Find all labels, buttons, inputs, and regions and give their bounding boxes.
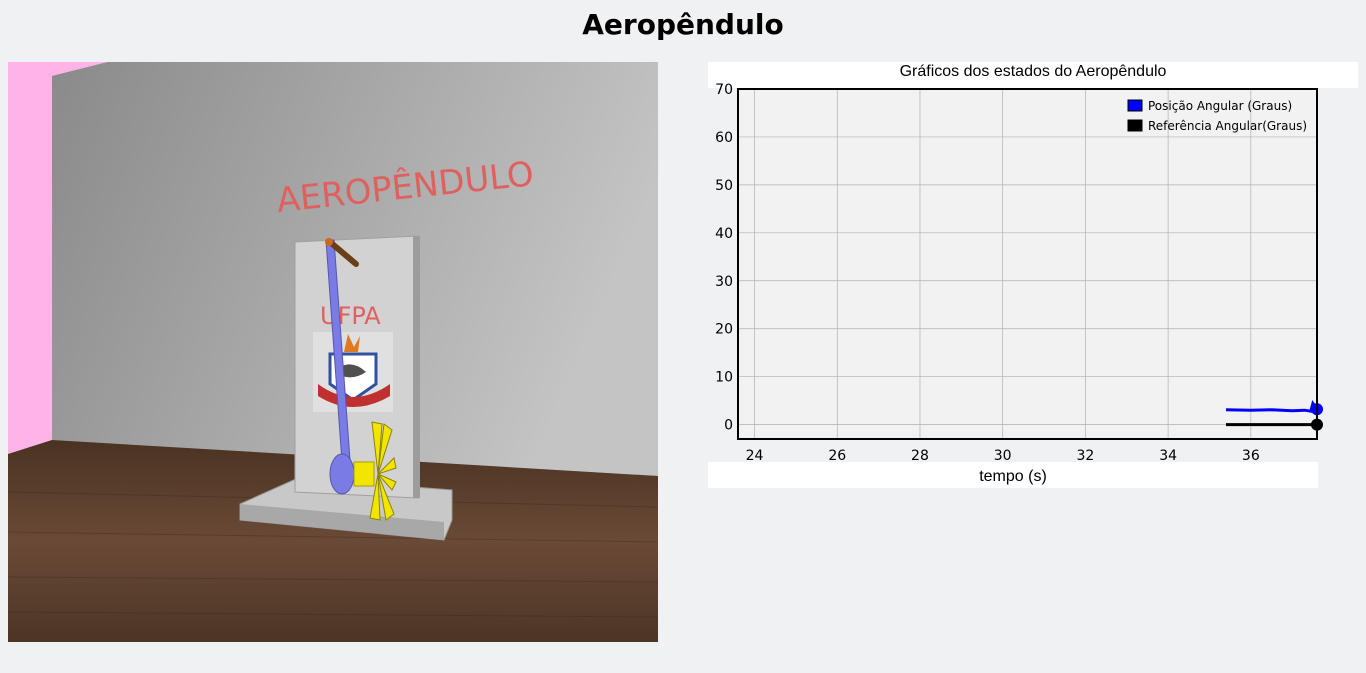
y-tick-label: 70: [715, 82, 733, 98]
page-title: Aeropêndulo: [582, 8, 784, 41]
y-tick-label: 10: [715, 370, 733, 386]
aeropendulo-3d-render: AEROPÊNDULO UFPA: [8, 62, 658, 642]
3d-scene-viewport[interactable]: AEROPÊNDULO UFPA: [8, 62, 658, 642]
motor-block: [353, 461, 375, 487]
y-tick-label: 30: [715, 274, 733, 290]
y-tick-label: 0: [724, 418, 733, 434]
ufpa-emblem: [313, 332, 393, 412]
legend-label-1: Referência Angular(Graus): [1148, 119, 1307, 133]
motor-housing: [329, 453, 355, 495]
legend-swatch-1: [1127, 119, 1143, 132]
pivot-joint: [325, 238, 333, 246]
y-tick-label: 40: [715, 226, 733, 242]
plot-area: [738, 89, 1317, 439]
state-chart-panel: Gráficos dos estados do Aeropêndulo 24 26…: [708, 62, 1358, 492]
panel-label-text: UFPA: [320, 302, 381, 330]
y-tick-label: 60: [715, 130, 733, 146]
y-tick-label: 20: [715, 322, 733, 338]
legend-label-0: Posição Angular (Graus): [1148, 99, 1292, 113]
state-chart[interactable]: 24 26 28 30 32 34 36010203040506070Posição Ang…: [708, 62, 1358, 492]
chart-x-axis-label: tempo (s): [708, 462, 1318, 488]
legend-swatch-0: [1127, 99, 1143, 112]
y-tick-label: 50: [715, 178, 733, 194]
